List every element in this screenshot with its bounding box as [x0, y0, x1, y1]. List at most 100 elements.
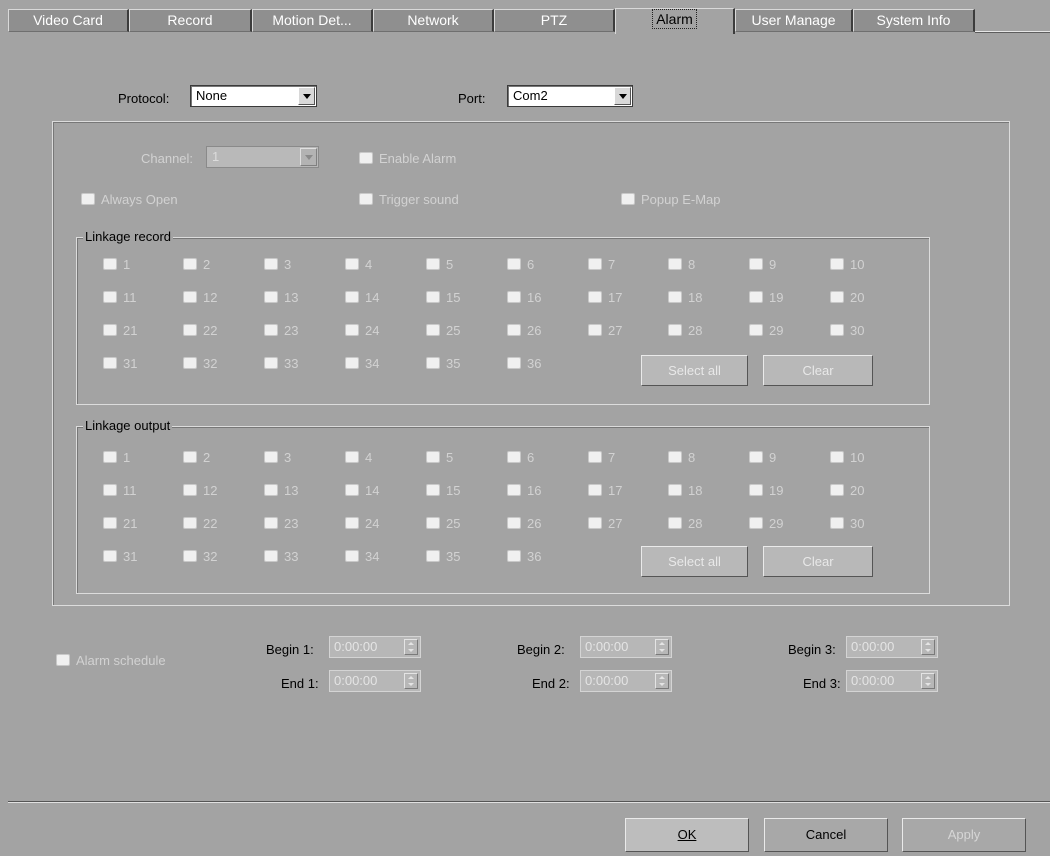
linkage-output-channel-checkbox[interactable]: 2	[183, 450, 210, 466]
checkbox-box[interactable]	[264, 258, 278, 270]
record-select-all-button[interactable]: Select all	[641, 355, 748, 386]
begin-3-time[interactable]: 0:00:00	[846, 636, 938, 658]
linkage-output-channel-checkbox[interactable]: 32	[183, 549, 217, 565]
checkbox-box[interactable]	[588, 291, 602, 303]
checkbox-box[interactable]	[668, 451, 682, 463]
tab-system-info[interactable]: System Info	[853, 9, 975, 32]
checkbox-box[interactable]	[183, 550, 197, 562]
linkage-output-channel-checkbox[interactable]: 10	[830, 450, 864, 466]
checkbox-box[interactable]	[183, 291, 197, 303]
checkbox-box[interactable]	[426, 484, 440, 496]
linkage-record-channel-checkbox[interactable]: 24	[345, 323, 379, 339]
checkbox-box[interactable]	[668, 484, 682, 496]
linkage-output-channel-checkbox[interactable]: 6	[507, 450, 534, 466]
checkbox-box[interactable]	[264, 291, 278, 303]
linkage-output-channel-checkbox[interactable]: 16	[507, 483, 541, 499]
linkage-output-channel-checkbox[interactable]: 23	[264, 516, 298, 532]
checkbox-box[interactable]	[183, 258, 197, 270]
linkage-record-channel-checkbox[interactable]: 17	[588, 290, 622, 306]
linkage-output-channel-checkbox[interactable]: 18	[668, 483, 702, 499]
checkbox-box[interactable]	[345, 517, 359, 529]
linkage-record-channel-checkbox[interactable]: 13	[264, 290, 298, 306]
checkbox-box[interactable]	[345, 258, 359, 270]
end-2-time[interactable]: 0:00:00	[580, 670, 672, 692]
linkage-record-channel-checkbox[interactable]: 23	[264, 323, 298, 339]
spinner-icon[interactable]	[921, 639, 935, 655]
checkbox-box[interactable]	[81, 193, 95, 205]
chevron-down-icon[interactable]	[300, 148, 317, 166]
checkbox-box[interactable]	[507, 484, 521, 496]
checkbox-box[interactable]	[56, 654, 70, 666]
linkage-record-channel-checkbox[interactable]: 21	[103, 323, 137, 339]
linkage-record-channel-checkbox[interactable]: 34	[345, 356, 379, 372]
chevron-down-icon[interactable]	[298, 87, 315, 105]
linkage-record-channel-checkbox[interactable]: 11	[103, 290, 137, 306]
linkage-record-channel-checkbox[interactable]: 35	[426, 356, 460, 372]
checkbox-box[interactable]	[507, 291, 521, 303]
linkage-record-channel-checkbox[interactable]: 31	[103, 356, 137, 372]
checkbox-box[interactable]	[749, 517, 763, 529]
checkbox-box[interactable]	[183, 357, 197, 369]
checkbox-box[interactable]	[426, 517, 440, 529]
checkbox-box[interactable]	[183, 324, 197, 336]
linkage-output-channel-checkbox[interactable]: 9	[749, 450, 776, 466]
linkage-record-channel-checkbox[interactable]: 26	[507, 323, 541, 339]
linkage-output-channel-checkbox[interactable]: 31	[103, 549, 137, 565]
checkbox-box[interactable]	[830, 291, 844, 303]
checkbox-box[interactable]	[359, 152, 373, 164]
linkage-record-channel-checkbox[interactable]: 36	[507, 356, 541, 372]
port-select[interactable]: Com2	[507, 85, 633, 107]
linkage-output-channel-checkbox[interactable]: 15	[426, 483, 460, 499]
tab-record[interactable]: Record	[129, 9, 252, 32]
linkage-output-channel-checkbox[interactable]: 28	[668, 516, 702, 532]
linkage-output-channel-checkbox[interactable]: 25	[426, 516, 460, 532]
checkbox-box[interactable]	[507, 324, 521, 336]
checkbox-box[interactable]	[345, 291, 359, 303]
checkbox-box[interactable]	[103, 517, 117, 529]
checkbox-box[interactable]	[588, 451, 602, 463]
linkage-output-channel-checkbox[interactable]: 13	[264, 483, 298, 499]
checkbox-box[interactable]	[264, 550, 278, 562]
checkbox-box[interactable]	[830, 258, 844, 270]
end-1-time[interactable]: 0:00:00	[329, 670, 421, 692]
end-3-time[interactable]: 0:00:00	[846, 670, 938, 692]
output-select-all-button[interactable]: Select all	[641, 546, 748, 577]
checkbox-box[interactable]	[426, 324, 440, 336]
checkbox-box[interactable]	[345, 357, 359, 369]
checkbox-box[interactable]	[830, 324, 844, 336]
checkbox-box[interactable]	[183, 517, 197, 529]
linkage-output-channel-checkbox[interactable]: 20	[830, 483, 864, 499]
linkage-output-channel-checkbox[interactable]: 3	[264, 450, 291, 466]
enable-alarm-checkbox[interactable]: Enable Alarm	[359, 151, 456, 167]
checkbox-box[interactable]	[749, 324, 763, 336]
checkbox-box[interactable]	[103, 324, 117, 336]
linkage-record-channel-checkbox[interactable]: 10	[830, 257, 864, 273]
begin-2-time[interactable]: 0:00:00	[580, 636, 672, 658]
linkage-output-channel-checkbox[interactable]: 19	[749, 483, 783, 499]
tab-ptz[interactable]: PTZ	[494, 9, 615, 32]
checkbox-box[interactable]	[507, 258, 521, 270]
linkage-output-channel-checkbox[interactable]: 33	[264, 549, 298, 565]
checkbox-box[interactable]	[426, 258, 440, 270]
linkage-output-channel-checkbox[interactable]: 21	[103, 516, 137, 532]
linkage-output-channel-checkbox[interactable]: 26	[507, 516, 541, 532]
linkage-output-channel-checkbox[interactable]: 24	[345, 516, 379, 532]
linkage-record-channel-checkbox[interactable]: 14	[345, 290, 379, 306]
linkage-output-channel-checkbox[interactable]: 35	[426, 549, 460, 565]
ok-button[interactable]: OK	[625, 818, 749, 852]
checkbox-box[interactable]	[749, 451, 763, 463]
tab-alarm[interactable]: Alarm	[615, 8, 735, 34]
checkbox-box[interactable]	[103, 291, 117, 303]
linkage-record-channel-checkbox[interactable]: 6	[507, 257, 534, 273]
linkage-record-channel-checkbox[interactable]: 30	[830, 323, 864, 339]
apply-button[interactable]: Apply	[902, 818, 1026, 852]
linkage-output-channel-checkbox[interactable]: 12	[183, 483, 217, 499]
linkage-record-channel-checkbox[interactable]: 5	[426, 257, 453, 273]
channel-select[interactable]: 1	[206, 146, 319, 168]
linkage-output-channel-checkbox[interactable]: 22	[183, 516, 217, 532]
linkage-output-channel-checkbox[interactable]: 14	[345, 483, 379, 499]
checkbox-box[interactable]	[621, 193, 635, 205]
linkage-output-channel-checkbox[interactable]: 29	[749, 516, 783, 532]
checkbox-box[interactable]	[668, 291, 682, 303]
linkage-record-channel-checkbox[interactable]: 22	[183, 323, 217, 339]
